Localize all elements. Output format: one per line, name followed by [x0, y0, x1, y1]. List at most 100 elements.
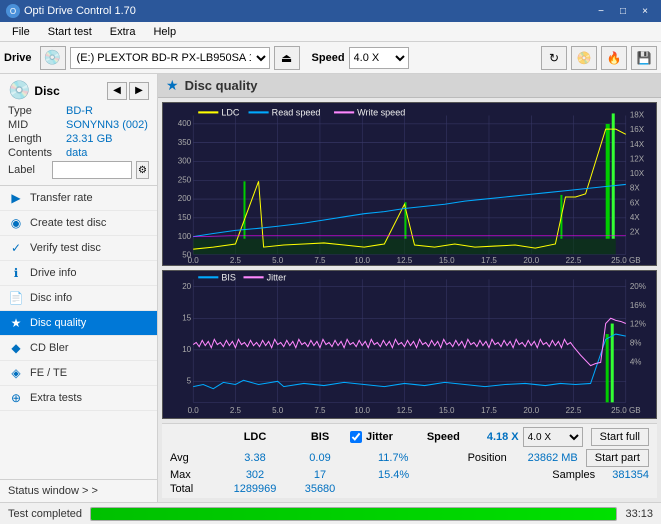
- sidebar-item-disc-info[interactable]: 📄 Disc info: [0, 286, 157, 311]
- samples-label: Samples: [552, 469, 612, 481]
- stats-area: LDC BIS Jitter Speed 4.18 X 4.0 X St: [162, 423, 657, 498]
- disc-type-key: Type: [8, 105, 66, 117]
- disc-action-btn2[interactable]: ▶: [129, 82, 149, 100]
- max-bis-val: 17: [290, 469, 350, 481]
- sidebar-item-transfer-rate[interactable]: ▶ Transfer rate: [0, 186, 157, 211]
- svg-text:15: 15: [182, 313, 191, 322]
- drive-select[interactable]: (E:) PLEXTOR BD-R PX-LB950SA 1.06: [70, 47, 270, 69]
- max-jitter-val: 15.4%: [350, 469, 552, 481]
- avg-jitter-val: 11.7%: [350, 452, 468, 464]
- svg-text:400: 400: [178, 119, 192, 128]
- save-btn[interactable]: 💾: [631, 46, 657, 70]
- disc-label-btn[interactable]: ⚙: [136, 161, 149, 179]
- svg-text:5: 5: [187, 376, 192, 385]
- app-title: Opti Drive Control 1.70: [24, 5, 136, 17]
- status-window-label: Status window > >: [8, 485, 98, 497]
- bis-header: BIS: [290, 431, 350, 443]
- start-full-button[interactable]: Start full: [591, 428, 649, 446]
- speed-header: Speed: [427, 431, 487, 443]
- svg-text:Read speed: Read speed: [272, 107, 321, 117]
- menu-help[interactable]: Help: [145, 24, 184, 40]
- svg-text:20: 20: [182, 282, 191, 291]
- disc-label-input[interactable]: [52, 161, 132, 179]
- svg-text:4%: 4%: [630, 357, 642, 366]
- eject-btn[interactable]: ⏏: [274, 46, 300, 70]
- svg-text:17.5: 17.5: [481, 406, 497, 415]
- avg-ldc-val: 3.38: [220, 452, 290, 464]
- nav-label-cd-bler: CD Bler: [30, 342, 69, 354]
- svg-text:22.5: 22.5: [566, 256, 582, 265]
- status-text: Test completed: [8, 508, 82, 520]
- speed-current-val: 4.18 X: [487, 431, 519, 443]
- svg-text:7.5: 7.5: [314, 256, 326, 265]
- svg-text:8%: 8%: [630, 338, 642, 347]
- sidebar-item-disc-quality[interactable]: ★ Disc quality: [0, 311, 157, 336]
- svg-text:20.0: 20.0: [523, 256, 539, 265]
- svg-text:22.5: 22.5: [566, 406, 582, 415]
- sidebar-item-cd-bler[interactable]: ◆ CD Bler: [0, 336, 157, 361]
- svg-text:6X: 6X: [630, 198, 640, 207]
- svg-text:20.0: 20.0: [523, 406, 539, 415]
- disc-header: 💿 Disc ◀ ▶: [8, 80, 149, 101]
- total-bis-val: 35680: [290, 483, 350, 495]
- close-button[interactable]: ×: [635, 3, 655, 19]
- refresh-btn[interactable]: ↻: [541, 46, 567, 70]
- svg-text:4X: 4X: [630, 213, 640, 222]
- disc-btn[interactable]: 📀: [571, 46, 597, 70]
- svg-text:2X: 2X: [630, 227, 640, 236]
- svg-text:BIS: BIS: [221, 272, 236, 282]
- title-bar: O Opti Drive Control 1.70 − □ ×: [0, 0, 661, 22]
- drive-icon-btn[interactable]: 💿: [40, 46, 66, 70]
- nav-label-drive-info: Drive info: [30, 267, 76, 279]
- svg-text:15.0: 15.0: [439, 406, 455, 415]
- svg-text:2.5: 2.5: [230, 406, 242, 415]
- charts-area: 400 350 300 250 200 150 100 50 18X 16X 1…: [158, 98, 661, 502]
- minimize-button[interactable]: −: [591, 3, 611, 19]
- nav-label-verify-test-disc: Verify test disc: [30, 242, 101, 254]
- max-label: Max: [170, 469, 220, 481]
- transfer-rate-icon: ▶: [8, 191, 24, 205]
- jitter-checkbox[interactable]: [350, 431, 362, 443]
- disc-section: 💿 Disc ◀ ▶ Type BD-R MID SONYNN3 (002) L…: [0, 74, 157, 186]
- maximize-button[interactable]: □: [613, 3, 633, 19]
- svg-text:16X: 16X: [630, 125, 645, 134]
- disc-label-row: Label ⚙: [8, 161, 149, 179]
- start-part-button[interactable]: Start part: [586, 449, 649, 467]
- svg-text:10.0: 10.0: [354, 406, 370, 415]
- svg-text:10.0: 10.0: [354, 256, 370, 265]
- main-area: 💿 Disc ◀ ▶ Type BD-R MID SONYNN3 (002) L…: [0, 74, 661, 502]
- sidebar-item-drive-info[interactable]: ℹ Drive info: [0, 261, 157, 286]
- speed-select-toolbar[interactable]: 4.0 X: [349, 47, 409, 69]
- disc-title: Disc: [34, 84, 59, 98]
- status-time: 33:13: [625, 508, 653, 520]
- svg-text:10: 10: [182, 345, 191, 354]
- content-area: ★ Disc quality: [158, 74, 661, 502]
- status-window-btn[interactable]: Status window > >: [0, 480, 157, 502]
- menu-bar: File Start test Extra Help: [0, 22, 661, 42]
- speed-select-stats[interactable]: 4.0 X: [523, 427, 583, 447]
- burn-btn[interactable]: 🔥: [601, 46, 627, 70]
- sidebar-item-extra-tests[interactable]: ⊕ Extra tests: [0, 386, 157, 411]
- svg-text:300: 300: [178, 156, 192, 165]
- fe-te-icon: ◈: [8, 366, 24, 380]
- svg-text:350: 350: [178, 138, 192, 147]
- menu-start-test[interactable]: Start test: [40, 24, 100, 40]
- disc-label-key: Label: [8, 164, 48, 176]
- disc-contents-val: data: [66, 147, 87, 159]
- menu-file[interactable]: File: [4, 24, 38, 40]
- toolbar: Drive 💿 (E:) PLEXTOR BD-R PX-LB950SA 1.0…: [0, 42, 661, 74]
- extra-tests-icon: ⊕: [8, 391, 24, 405]
- sidebar: 💿 Disc ◀ ▶ Type BD-R MID SONYNN3 (002) L…: [0, 74, 158, 502]
- samples-val: 381354: [612, 469, 649, 481]
- sidebar-item-verify-test-disc[interactable]: ✓ Verify test disc: [0, 236, 157, 261]
- nav-label-extra-tests: Extra tests: [30, 392, 82, 404]
- menu-extra[interactable]: Extra: [102, 24, 144, 40]
- sidebar-item-create-test-disc[interactable]: ◉ Create test disc: [0, 211, 157, 236]
- app-icon: O: [6, 4, 20, 18]
- svg-text:5.0: 5.0: [272, 256, 284, 265]
- disc-length-val: 23.31 GB: [66, 133, 112, 145]
- position-val: 23862 MB: [528, 452, 578, 464]
- sidebar-item-fe-te[interactable]: ◈ FE / TE: [0, 361, 157, 386]
- disc-action-btn1[interactable]: ◀: [107, 82, 127, 100]
- svg-text:250: 250: [178, 175, 192, 184]
